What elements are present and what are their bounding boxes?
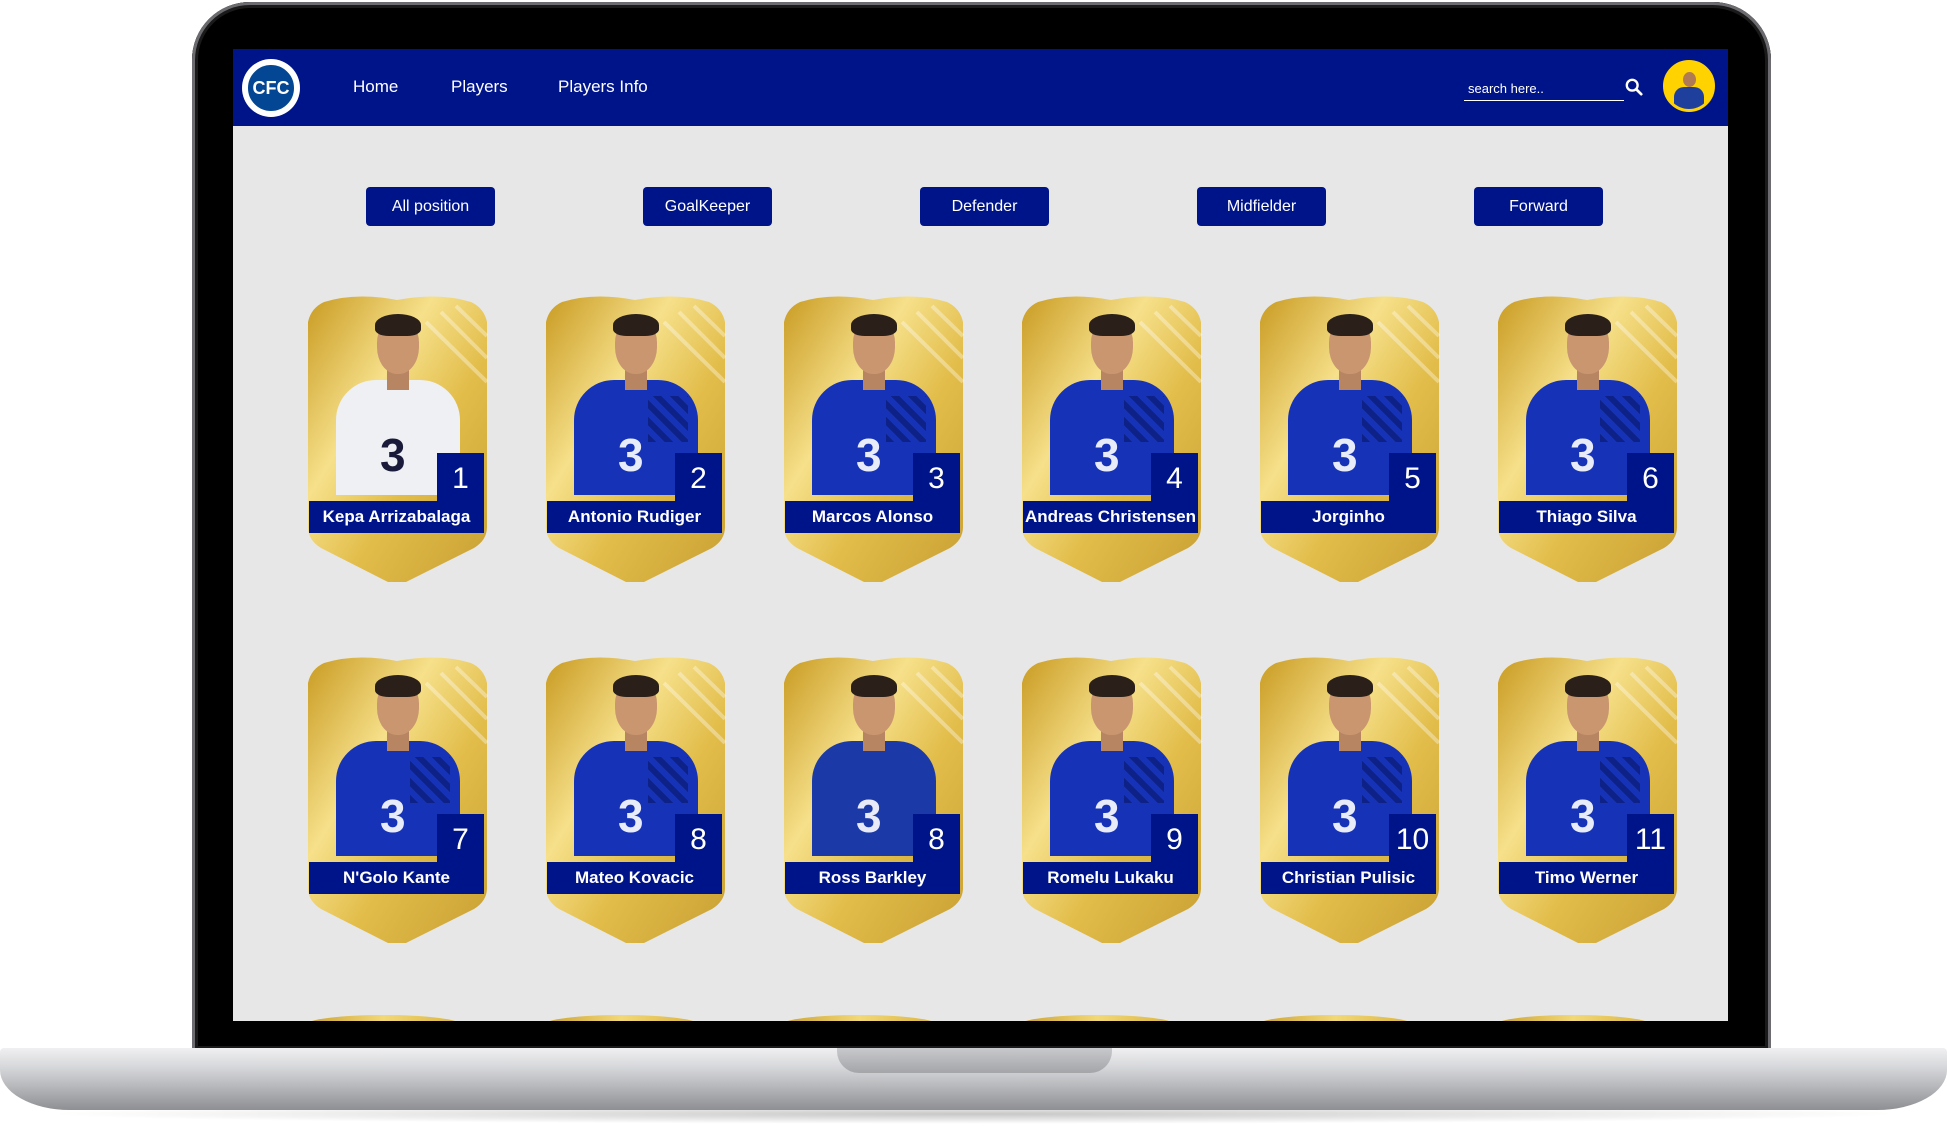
- player-name: Ross Barkley: [785, 862, 960, 894]
- search-input[interactable]: [1464, 77, 1624, 101]
- laptop-notch: [837, 1048, 1112, 1073]
- filter-button-midfielder[interactable]: Midfielder: [1197, 187, 1326, 226]
- player-name: Timo Werner: [1499, 862, 1674, 894]
- player-name: Jorginho: [1261, 501, 1436, 533]
- player-number: 4: [1151, 453, 1198, 504]
- filter-button-all-position[interactable]: All position: [366, 187, 495, 226]
- player-number: 8: [675, 814, 722, 865]
- player-card[interactable]: 3 1 Kepa Arrizabalaga: [306, 292, 489, 582]
- card-peek: [782, 1015, 937, 1021]
- player-name: Christian Pulisic: [1261, 862, 1436, 894]
- card-peek: [306, 1015, 461, 1021]
- browser-screen: CFC Home Players Players Info All positi…: [233, 49, 1728, 1021]
- player-card[interactable]: 3 9 Romelu Lukaku: [1020, 653, 1203, 943]
- chelsea-logo[interactable]: CFC: [242, 59, 300, 117]
- player-card[interactable]: 3 3 Marcos Alonso: [782, 292, 965, 582]
- nav-link-players-info[interactable]: Players Info: [558, 77, 648, 97]
- nav-link-home[interactable]: Home: [353, 77, 398, 97]
- player-number: 8: [913, 814, 960, 865]
- player-card[interactable]: 3 2 Antonio Rudiger: [544, 292, 727, 582]
- player-card[interactable]: 3 4 Andreas Christensen: [1020, 292, 1203, 582]
- player-card[interactable]: 3 10 Christian Pulisic: [1258, 653, 1441, 943]
- player-card[interactable]: 3 5 Jorginho: [1258, 292, 1441, 582]
- player-name: Mateo Kovacic: [547, 862, 722, 894]
- player-number: 11: [1627, 814, 1674, 865]
- player-name: Andreas Christensen: [1023, 501, 1198, 533]
- player-card[interactable]: 3 8 Mateo Kovacic: [544, 653, 727, 943]
- navbar: CFC Home Players Players Info: [233, 49, 1728, 126]
- player-number: 2: [675, 453, 722, 504]
- card-peek: [1496, 1015, 1651, 1021]
- player-number: 3: [913, 453, 960, 504]
- card-peek: [1020, 1015, 1175, 1021]
- player-card[interactable]: 3 8 Ross Barkley: [782, 653, 965, 943]
- player-name: Romelu Lukaku: [1023, 862, 1198, 894]
- avatar-figure: [1674, 72, 1704, 109]
- player-number: 9: [1151, 814, 1198, 865]
- player-card[interactable]: 3 11 Timo Werner: [1496, 653, 1679, 943]
- player-number: 1: [437, 453, 484, 504]
- player-name: N'Golo Kante: [309, 862, 484, 894]
- user-avatar[interactable]: [1663, 60, 1715, 112]
- card-peek: [544, 1015, 699, 1021]
- player-number: 7: [437, 814, 484, 865]
- player-number: 6: [1627, 453, 1674, 504]
- player-name: Marcos Alonso: [785, 501, 960, 533]
- player-name: Kepa Arrizabalaga: [309, 501, 484, 533]
- filter-button-forward[interactable]: Forward: [1474, 187, 1603, 226]
- logo-text: CFC: [246, 63, 296, 113]
- player-card[interactable]: 3 6 Thiago Silva: [1496, 292, 1679, 582]
- search-icon[interactable]: [1625, 78, 1643, 96]
- player-card[interactable]: 3 7 N'Golo Kante: [306, 653, 489, 943]
- card-peek: [1258, 1015, 1413, 1021]
- player-number: 10: [1389, 814, 1436, 865]
- player-name: Thiago Silva: [1499, 501, 1674, 533]
- filter-button-goalkeeper[interactable]: GoalKeeper: [643, 187, 772, 226]
- player-number: 5: [1389, 453, 1436, 504]
- player-name: Antonio Rudiger: [547, 501, 722, 533]
- filter-button-defender[interactable]: Defender: [920, 187, 1049, 226]
- nav-link-players[interactable]: Players: [451, 77, 508, 97]
